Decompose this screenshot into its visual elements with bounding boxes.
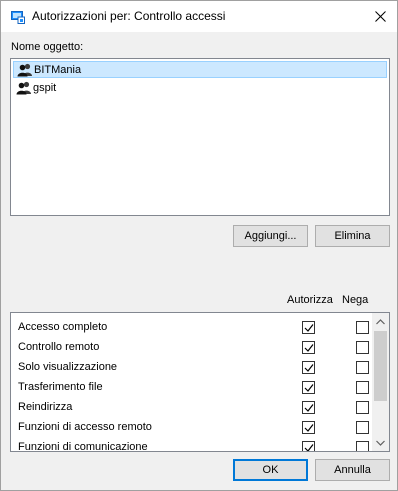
checkmark-icon [304,344,314,352]
permission-label: Funzioni di comunicazione [18,441,148,452]
deny-checkbox[interactable] [356,361,369,374]
deny-checkbox[interactable] [356,321,369,334]
object-name-label: Nome oggetto: [11,41,84,53]
permission-label: Solo visualizzazione [18,361,118,373]
allow-checkbox[interactable] [302,441,315,451]
app-icon [11,10,25,24]
allow-checkbox[interactable] [302,401,315,414]
scrollbar-thumb[interactable] [374,331,387,401]
permission-row: Reindirizza [11,398,373,418]
permissions-list[interactable]: Accesso completo Controllo remoto Solo v… [10,312,390,452]
deny-checkbox[interactable] [356,421,369,434]
allow-checkbox[interactable] [302,361,315,374]
cancel-button[interactable]: Annulla [315,459,390,481]
chevron-up-icon [376,318,385,324]
permissions-dialog: Autorizzazioni per: Controllo accessi No… [0,0,398,491]
permission-label: Funzioni di accesso remoto [18,421,152,433]
checkmark-icon [304,444,314,451]
deny-checkbox[interactable] [356,341,369,354]
remove-button[interactable]: Elimina [315,225,390,247]
deny-column-header: Nega [342,294,369,306]
chevron-down-icon [376,440,385,446]
vertical-scrollbar[interactable] [372,313,389,451]
permission-row: Controllo remoto [11,338,373,358]
list-item[interactable]: BITMania [13,61,387,78]
checkmark-icon [304,384,314,392]
allow-checkbox[interactable] [302,421,315,434]
close-icon [374,11,386,22]
permission-row: Trasferimento file [11,378,373,398]
permission-row: Funzioni di accesso remoto [11,418,373,438]
object-name: BITMania [34,63,82,76]
checkmark-icon [304,364,314,372]
checkmark-icon [304,424,314,432]
permission-row: Accesso completo [11,318,373,338]
permission-label: Reindirizza [18,401,73,413]
deny-checkbox[interactable] [356,381,369,394]
allow-checkbox[interactable] [302,381,315,394]
checkmark-icon [304,404,314,412]
permission-label: Accesso completo [18,321,108,333]
permission-label: Trasferimento file [18,381,103,393]
add-button[interactable]: Aggiungi... [233,225,308,247]
list-item[interactable]: gspit [13,79,387,96]
title-bar: Autorizzazioni per: Controllo accessi [1,1,397,32]
allow-checkbox[interactable] [302,321,315,334]
scroll-down-button[interactable] [372,434,389,451]
user-group-icon [16,81,32,95]
scroll-up-button[interactable] [372,313,389,330]
window-title: Autorizzazioni per: Controllo accessi [32,9,226,23]
permission-row: Funzioni di comunicazione [11,438,373,452]
checkmark-icon [304,324,314,332]
object-list[interactable]: BITMania gspit [10,58,390,216]
allow-checkbox[interactable] [302,341,315,354]
deny-checkbox[interactable] [356,441,369,451]
permission-label: Controllo remoto [18,341,100,353]
allow-column-header: Autorizza [287,294,333,306]
ok-button[interactable]: OK [233,459,308,481]
user-group-icon [17,63,33,77]
permission-row: Solo visualizzazione [11,358,373,378]
object-name: gspit [33,81,57,94]
close-button[interactable] [363,1,397,32]
deny-checkbox[interactable] [356,401,369,414]
